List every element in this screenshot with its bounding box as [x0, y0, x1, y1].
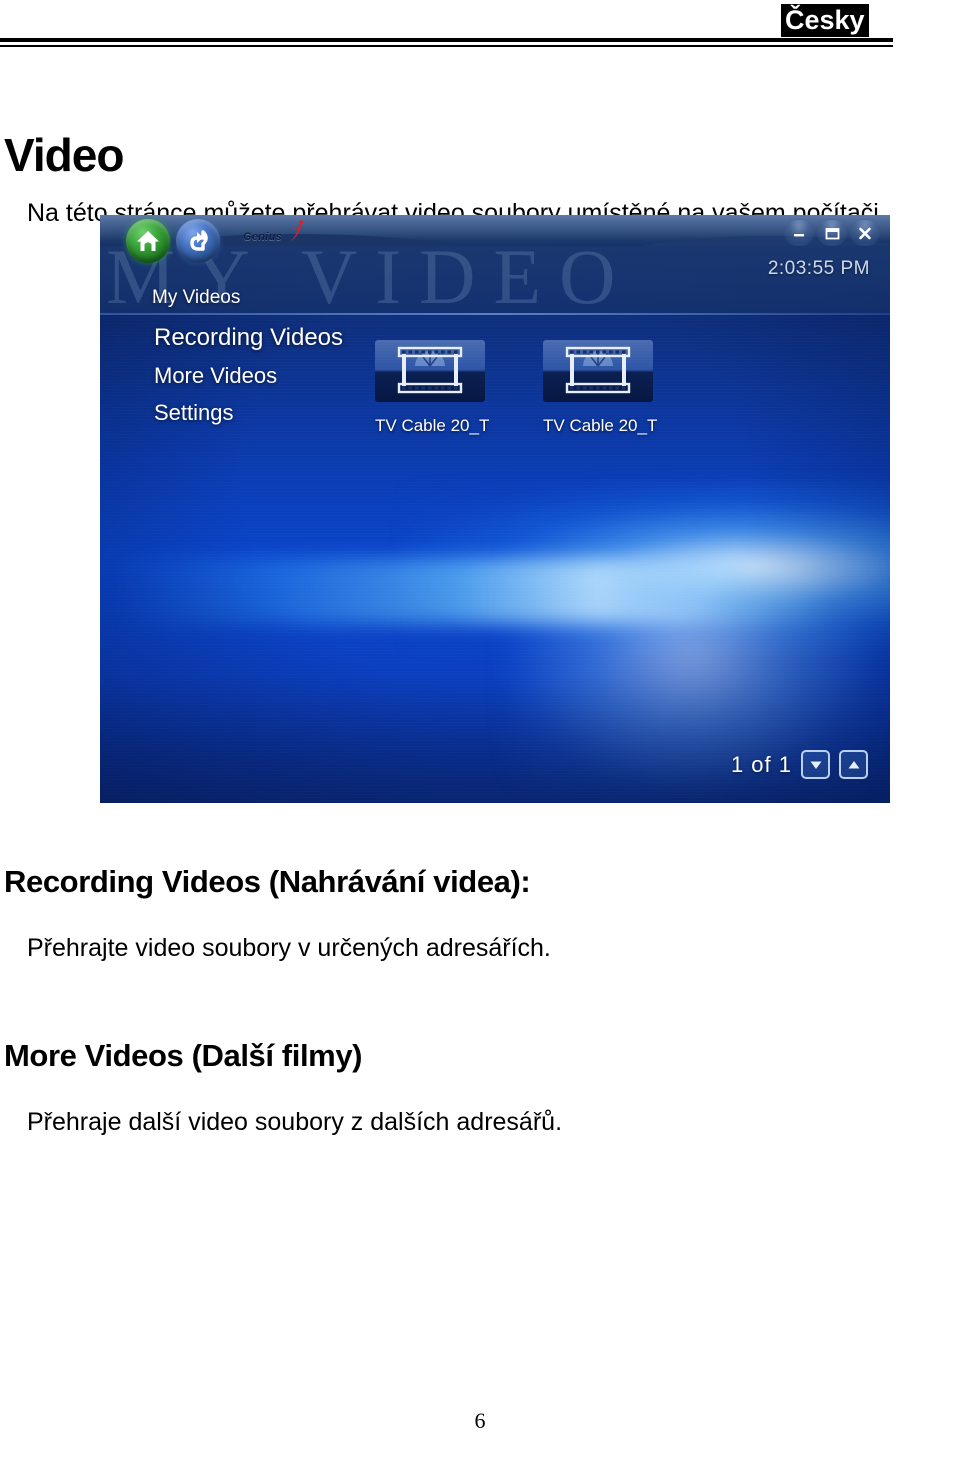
menu-item-recording-videos[interactable]: Recording Videos — [154, 323, 343, 353]
section-heading-more-videos: More Videos (Další filmy) — [4, 1037, 363, 1073]
page-title: Video — [4, 128, 124, 181]
page-number: 6 — [474, 1408, 486, 1433]
page-indicator: 1 of 1 — [730, 751, 792, 777]
brand-name: Genius — [243, 231, 283, 243]
brand-logo: Genius — [243, 220, 306, 244]
thumbnail-label: TV Cable 20_T — [375, 416, 490, 435]
thumbnail-label: TV Cable 20_T — [543, 416, 658, 435]
language-badge: Česky — [781, 4, 869, 37]
chevron-up-icon — [848, 760, 859, 768]
home-icon — [137, 231, 159, 251]
rule-thin-line — [0, 45, 893, 47]
restore-button[interactable] — [817, 220, 847, 246]
pagination: 1 of 1 — [731, 750, 868, 779]
back-arrow-icon — [190, 230, 208, 251]
media-center-screenshot: Genius MY VIDEO 2:03:55 PM My Videos Rec… — [100, 215, 890, 803]
minimize-button[interactable] — [784, 220, 814, 246]
video-thumbnail[interactable]: TV Cable 20_T — [375, 340, 490, 436]
main-menu: Recording Videos More Videos Settings — [154, 323, 343, 436]
section-body-more-videos: Přehraje další video soubory z dalších a… — [27, 1108, 563, 1136]
rule-thick-line — [0, 38, 893, 42]
clock: 2:03:55 PM — [767, 258, 870, 279]
film-strip-icon — [375, 340, 485, 402]
breadcrumb: My Videos — [152, 287, 241, 308]
film-strip-glyph — [565, 346, 631, 394]
red-swoosh-icon — [290, 220, 304, 242]
header-divider-rule — [0, 38, 893, 47]
page-up-button[interactable] — [839, 750, 868, 779]
home-button[interactable] — [126, 219, 170, 263]
window-controls — [784, 220, 880, 246]
chevron-down-icon — [810, 761, 821, 769]
restore-icon — [825, 227, 839, 239]
section-heading-recording-videos: Recording Videos (Nahrávání videa): — [4, 863, 531, 899]
back-button[interactable] — [176, 219, 220, 263]
minimize-icon — [794, 234, 804, 237]
page-down-button[interactable] — [801, 750, 830, 779]
close-button[interactable] — [850, 220, 880, 246]
menu-item-settings[interactable]: Settings — [154, 399, 343, 427]
video-thumbnail-grid: TV Cable 20_T TV Cable 20_T — [375, 340, 658, 436]
close-icon — [859, 227, 871, 239]
film-strip-icon — [543, 340, 653, 402]
video-thumbnail[interactable]: TV Cable 20_T — [543, 340, 658, 436]
film-strip-glyph — [397, 346, 463, 394]
section-body-recording-videos: Přehrajte video soubory v určených adres… — [27, 934, 551, 962]
header-separator — [100, 313, 890, 315]
menu-item-more-videos[interactable]: More Videos — [154, 362, 343, 390]
